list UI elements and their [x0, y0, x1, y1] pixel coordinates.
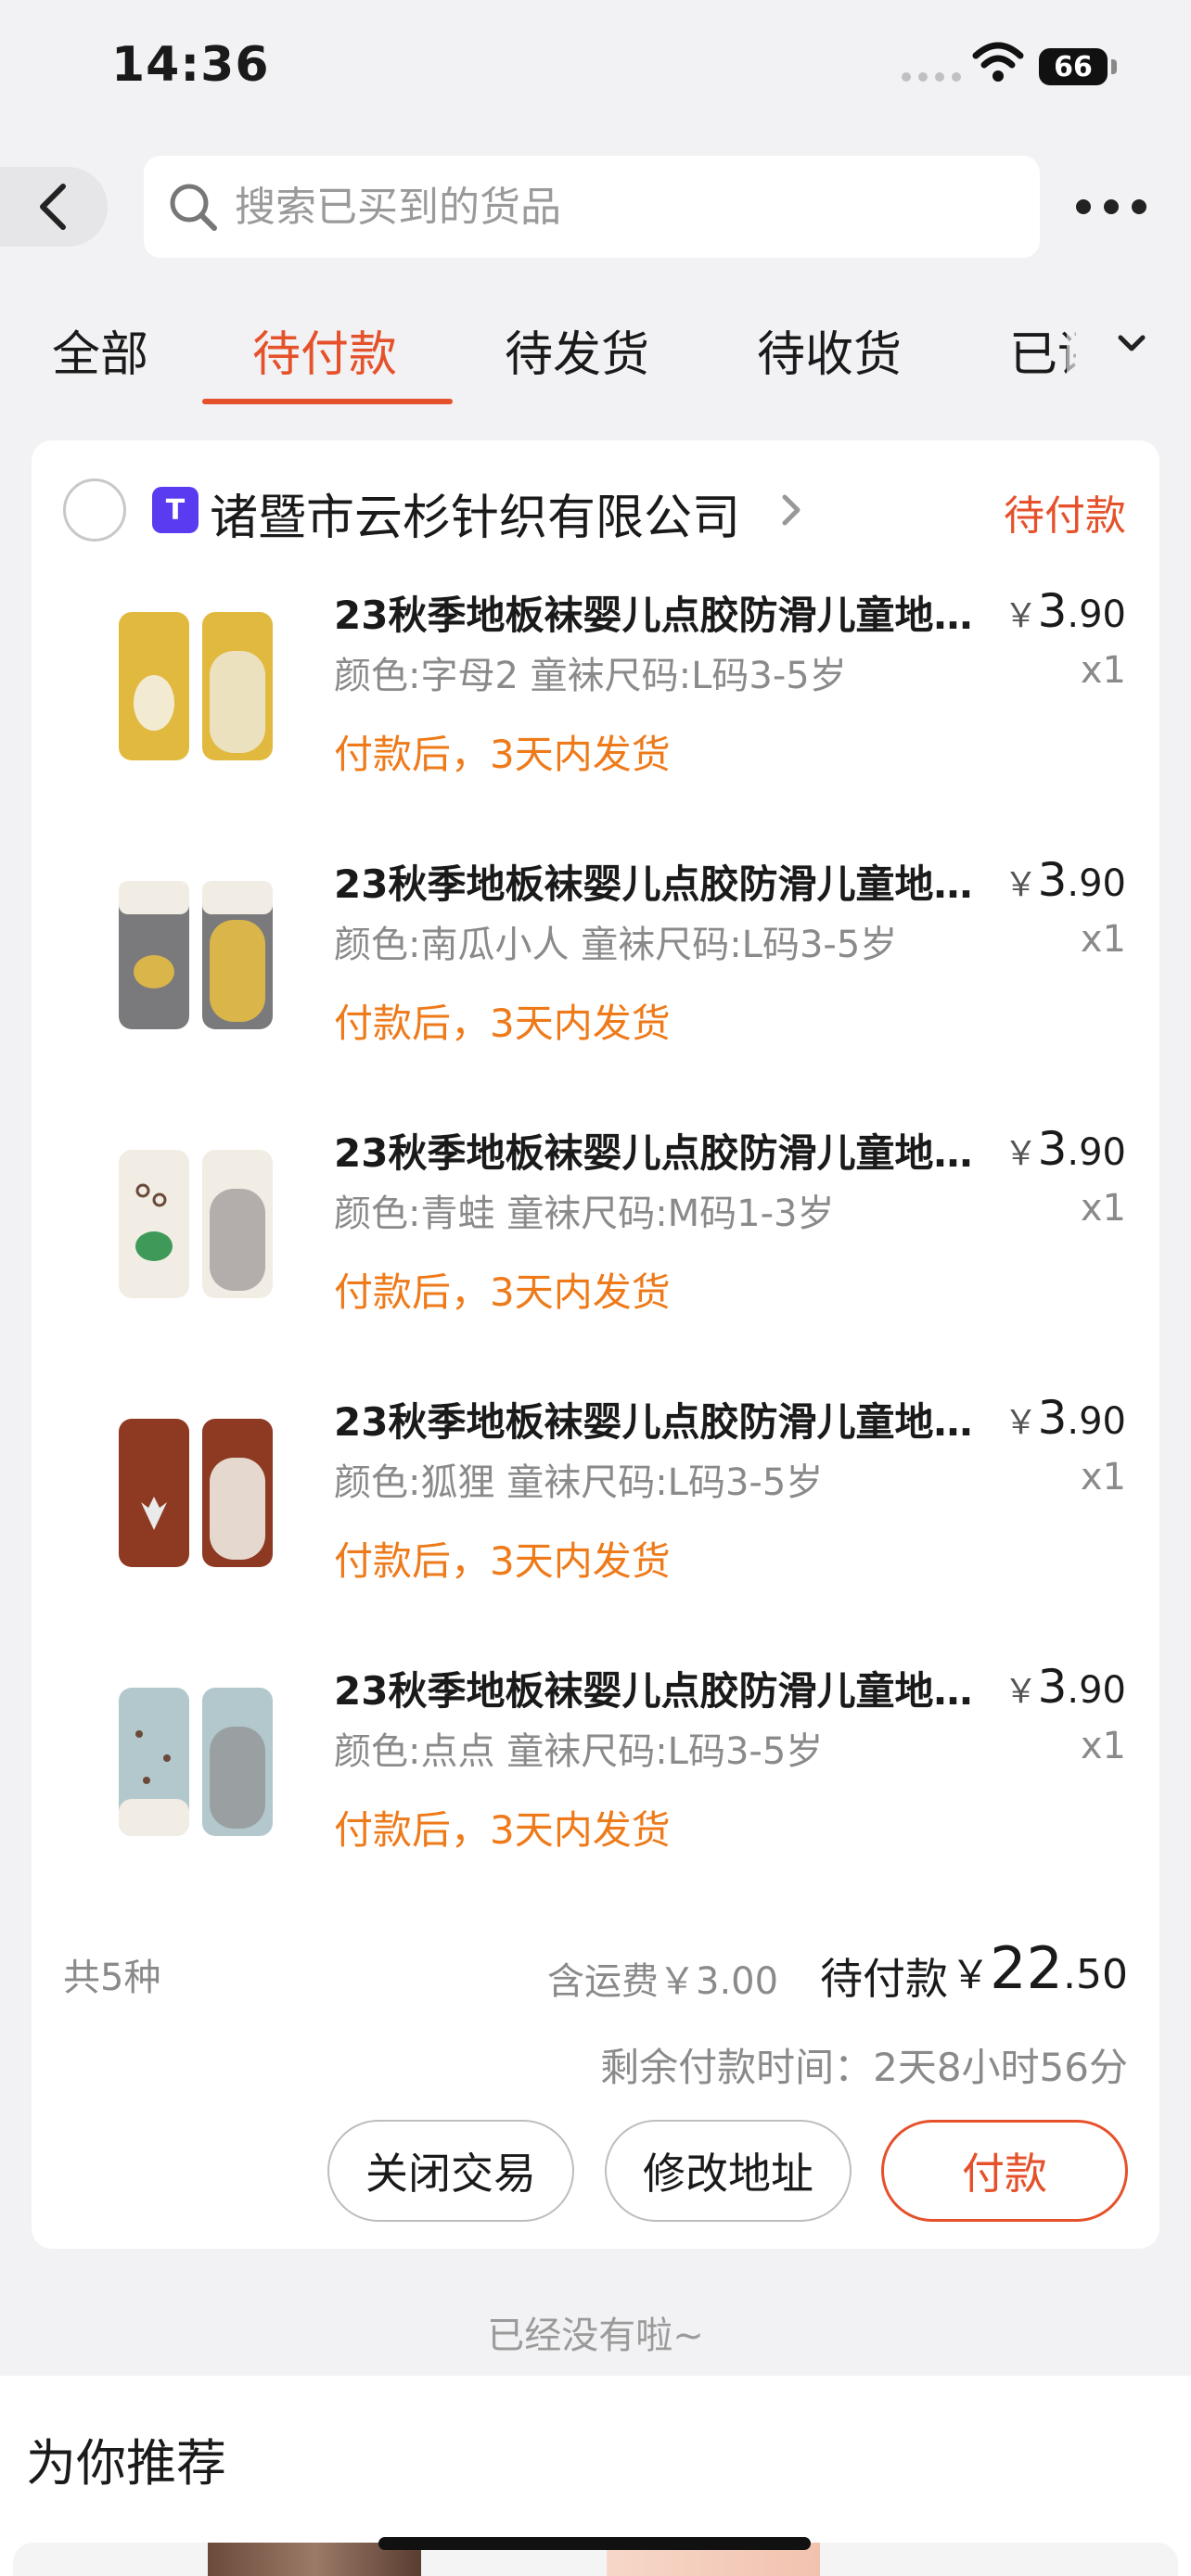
tab-pending-payment[interactable]: 待付款: [252, 315, 397, 385]
product-thumbnail: [119, 1419, 273, 1567]
end-of-list-text: 已经没有啦~: [487, 2315, 704, 2357]
modify-address-button[interactable]: 修改地址: [605, 2120, 852, 2222]
product-spec: 颜色:青蛙 童袜尺码:M码1-3岁: [334, 1192, 835, 1235]
wifi-icon: [972, 42, 1024, 82]
product-thumbnail: [119, 1150, 273, 1298]
product-quantity: x1: [1080, 1187, 1126, 1230]
cellular-signal-icon: [902, 72, 961, 82]
shipping-note: 付款后，3天内发货: [334, 1807, 671, 1853]
product-spec: 颜色:狐狸 童袜尺码:L码3-5岁: [334, 1461, 824, 1504]
active-tab-indicator: [202, 399, 453, 404]
product-quantity: x1: [1080, 918, 1126, 961]
status-time: 14:36: [111, 37, 270, 93]
product-title: 23秋季地板袜婴儿点胶防滑儿童地板袜: [334, 593, 1002, 638]
remaining-payment-time: 剩余付款时间：2天8小时56分: [600, 2045, 1128, 2090]
product-thumbnail: [119, 1688, 273, 1836]
shipping-note: 付款后，3天内发货: [334, 1001, 671, 1046]
back-button[interactable]: [0, 167, 108, 247]
product-quantity: x1: [1080, 1725, 1126, 1767]
tab-pending-shipment[interactable]: 待发货: [505, 315, 649, 385]
product-price: ￥3.90: [1004, 853, 1126, 907]
product-quantity: x1: [1080, 1456, 1126, 1498]
product-title: 23秋季地板袜婴儿点胶防滑儿童地板袜: [334, 1399, 1002, 1445]
order-status-tabs: 全部 待付款 待发货 待收货 已评价: [0, 297, 1191, 408]
recommend-title: 为你推荐: [26, 2434, 226, 2493]
order-status-label: 待付款: [1004, 492, 1126, 540]
battery-tip: [1111, 59, 1117, 74]
search-input[interactable]: [235, 183, 995, 231]
search-icon: [170, 184, 217, 231]
list-item[interactable]: 23秋季地板袜婴儿点胶防滑儿童地板袜 颜色:南瓜小人 童袜尺码:L码3-5岁 付…: [32, 853, 1159, 1094]
chevron-down-icon[interactable]: [1113, 325, 1150, 362]
product-title: 23秋季地板袜婴儿点胶防滑儿童地板袜: [334, 1130, 1002, 1176]
product-price: ￥3.90: [1004, 1660, 1126, 1714]
list-item[interactable]: 23秋季地板袜婴儿点胶防滑儿童地板袜 颜色:狐狸 童袜尺码:L码3-5岁 付款后…: [32, 1391, 1159, 1632]
amount-due: ￥22.50: [951, 1934, 1128, 2002]
battery-icon: 66: [1039, 48, 1108, 85]
close-transaction-button[interactable]: 关闭交易: [327, 2120, 574, 2222]
more-options-icon[interactable]: [1076, 191, 1146, 223]
product-title: 23秋季地板袜婴儿点胶防滑儿童地板袜: [334, 861, 1002, 907]
shop-header[interactable]: T 诸暨市云杉针织有限公司 待付款: [32, 464, 1159, 556]
tab-pending-receipt[interactable]: 待收货: [757, 315, 902, 385]
list-item[interactable]: 23秋季地板袜婴儿点胶防滑儿童地板袜 颜色:字母2 童袜尺码:L码3-5岁 付款…: [32, 584, 1159, 825]
shipping-note: 付款后，3天内发货: [334, 1538, 671, 1584]
shipping-fee: 含运费￥3.00: [547, 1960, 779, 2003]
shop-badge-icon: T: [152, 487, 198, 533]
list-item[interactable]: 23秋季地板袜婴儿点胶防滑儿童地板袜 颜色:点点 童袜尺码:L码3-5岁 付款后…: [32, 1660, 1159, 1901]
product-price: ￥3.90: [1004, 584, 1126, 638]
product-spec: 颜色:南瓜小人 童袜尺码:L码3-5岁: [334, 924, 898, 966]
tab-all[interactable]: 全部: [52, 315, 148, 385]
product-spec: 颜色:点点 童袜尺码:L码3-5岁: [334, 1730, 824, 1773]
select-order-radio[interactable]: [63, 478, 126, 542]
product-price: ￥3.90: [1004, 1391, 1126, 1445]
status-bar: 14:36 66: [0, 0, 1191, 139]
product-thumbnail: [119, 612, 273, 760]
amount-due-label: 待付款: [820, 1954, 948, 2004]
chevron-right-icon: [782, 494, 800, 526]
chevron-left-icon: [40, 184, 66, 230]
list-item[interactable]: 23秋季地板袜婴儿点胶防滑儿童地板袜 颜色:青蛙 童袜尺码:M码1-3岁 付款后…: [32, 1122, 1159, 1363]
home-indicator: [378, 2537, 811, 2550]
product-quantity: x1: [1080, 649, 1126, 692]
product-spec: 颜色:字母2 童袜尺码:L码3-5岁: [334, 655, 847, 697]
product-thumbnail: [119, 881, 273, 1029]
product-price: ￥3.90: [1004, 1122, 1126, 1176]
search-bar[interactable]: [144, 156, 1040, 258]
shop-name[interactable]: 诸暨市云杉针织有限公司: [210, 478, 740, 548]
product-title: 23秋季地板袜婴儿点胶防滑儿童地板袜: [334, 1668, 1002, 1714]
pay-button[interactable]: 付款: [881, 2120, 1128, 2222]
shipping-note: 付款后，3天内发货: [334, 1269, 671, 1315]
shipping-note: 付款后，3天内发货: [334, 732, 671, 777]
item-count: 共5种: [63, 1957, 161, 1999]
